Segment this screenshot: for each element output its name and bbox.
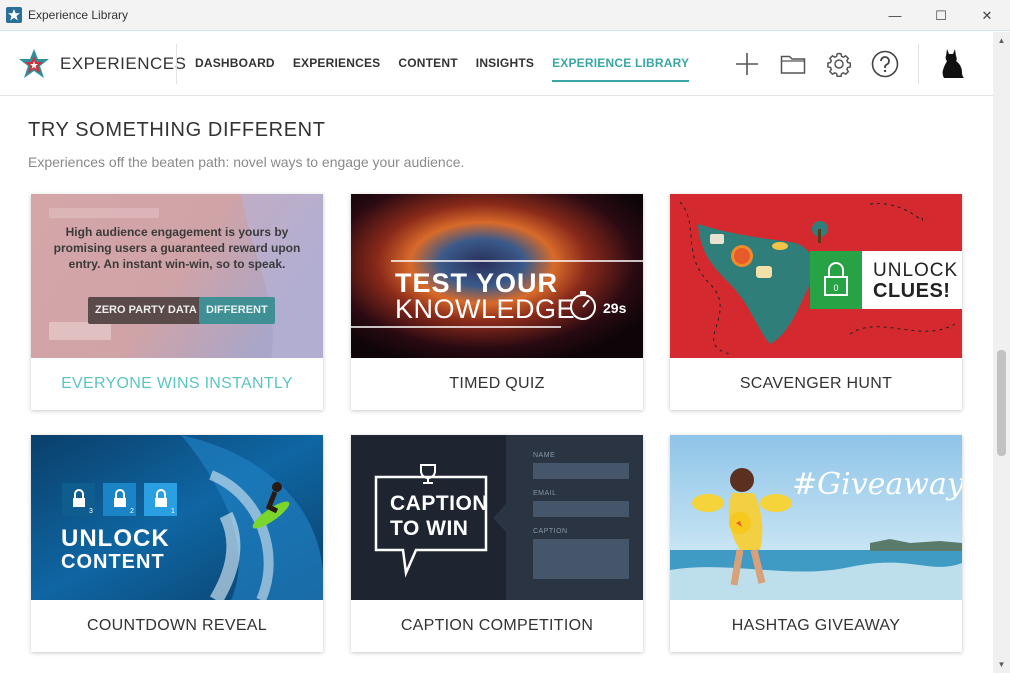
caption-form-preview: NAME EMAIL CAPTION	[493, 435, 643, 600]
settings-button[interactable]	[816, 41, 862, 87]
avatar[interactable]	[933, 44, 973, 84]
lock-badge: 0	[810, 251, 862, 309]
maximize-button[interactable]: ☐	[918, 0, 964, 31]
plus-icon	[736, 53, 758, 75]
lock-2-number: 2	[130, 508, 134, 515]
add-button[interactable]	[724, 41, 770, 87]
card-thumbnail: 3 2 1 UNLOCK CONTENT	[31, 435, 323, 600]
field-label: CAPTION	[533, 528, 568, 535]
card-label[interactable]: SCAVENGER HUNT	[670, 358, 962, 410]
close-button[interactable]: ✕	[964, 0, 1010, 31]
scroll-down-arrow-icon[interactable]: ▼	[993, 656, 1010, 673]
divider	[918, 44, 919, 84]
main-content: TRY SOMETHING DIFFERENT Experiences off …	[0, 97, 993, 673]
nav-experience-library[interactable]: EXPERIENCE LIBRARY	[552, 32, 690, 96]
card-thumbnail: #Giveaway	[670, 435, 962, 600]
email-field-preview	[533, 501, 629, 517]
vertical-scrollbar[interactable]: ▲ ▼	[993, 32, 1010, 673]
cat-avatar-icon	[942, 49, 964, 78]
window-titlebar: Experience Library — ☐ ✕	[0, 0, 1010, 31]
main-nav: DASHBOARD EXPERIENCES CONTENT INSIGHTS E…	[195, 32, 707, 96]
lock-icon: 0	[824, 262, 848, 296]
caption-headline: CAPTION	[390, 492, 488, 515]
folder-button[interactable]	[770, 41, 816, 87]
quiz-timer-value: 29s	[603, 300, 627, 316]
app-star-icon	[6, 7, 22, 23]
quiz-subheadline: KNOWLEDGE	[395, 294, 576, 324]
card-label[interactable]: HASHTAG GIVEAWAY	[670, 600, 962, 652]
countdown-headline: UNLOCK	[61, 525, 170, 552]
nav-dashboard[interactable]: DASHBOARD	[195, 32, 275, 96]
help-icon	[871, 50, 899, 78]
section-subtitle: Experiences off the beaten path: novel w…	[28, 154, 465, 170]
section-title: TRY SOMETHING DIFFERENT	[28, 119, 326, 141]
brand-star-logo-icon	[19, 49, 49, 78]
app-header: EXPERIENCES DASHBOARD EXPERIENCES CONTEN…	[0, 32, 993, 96]
field-label: EMAIL	[533, 490, 557, 497]
unlock-headline: UNLOCK	[873, 260, 959, 281]
window-title: Experience Library	[28, 8, 129, 22]
lock-number: 0	[833, 283, 838, 293]
card-thumbnail: High audience engagement is yours by pro…	[31, 194, 323, 358]
lock-1-number: 1	[171, 508, 175, 515]
experience-card-hashtag-giveaway[interactable]: #Giveaway HASHTAG GIVEAWAY	[670, 435, 962, 652]
caption-field-preview	[533, 539, 629, 579]
gear-icon	[827, 52, 852, 77]
unlock-clues-banner: 0 UNLOCK CLUES!	[810, 251, 962, 309]
brand-name: EXPERIENCES	[60, 54, 187, 73]
card-label[interactable]: COUNTDOWN REVEAL	[31, 600, 323, 652]
card-thumbnail: 0 UNLOCK CLUES!	[670, 194, 962, 358]
scroll-up-arrow-icon[interactable]: ▲	[993, 32, 1010, 49]
lock-3-number: 3	[89, 508, 93, 515]
divider	[176, 44, 177, 84]
experience-card-everyone-wins[interactable]: High audience engagement is yours by pro…	[31, 194, 323, 410]
card-thumbnail: TEST YOUR KNOWLEDGE 29s	[351, 194, 643, 358]
card-hover-description: High audience engagement is yours by pro…	[53, 225, 301, 271]
minimize-button[interactable]: —	[872, 0, 918, 31]
nav-experiences[interactable]: EXPERIENCES	[293, 32, 381, 96]
unlock-subheadline: CLUES!	[873, 280, 951, 302]
countdown-subheadline: CONTENT	[61, 551, 165, 573]
card-label[interactable]: CAPTION COMPETITION	[351, 600, 643, 652]
name-field-preview	[533, 463, 629, 479]
brand[interactable]: EXPERIENCES	[18, 48, 186, 80]
scrollbar-thumb[interactable]	[997, 350, 1006, 456]
help-button[interactable]	[862, 41, 908, 87]
folder-icon	[780, 55, 806, 74]
card-thumbnail: NAME EMAIL CAPTION CAPTION TO WIN	[351, 435, 643, 600]
tag-zero-party-data[interactable]: ZERO PARTY DATA	[88, 297, 204, 324]
experience-card-timed-quiz[interactable]: TEST YOUR KNOWLEDGE 29s TIMED QUIZ	[351, 194, 643, 410]
caption-subheadline: TO WIN	[390, 517, 469, 540]
card-label[interactable]: TIMED QUIZ	[351, 358, 643, 410]
nav-insights[interactable]: INSIGHTS	[476, 32, 534, 96]
hashtag-text: #Giveaway	[792, 467, 962, 502]
nav-content[interactable]: CONTENT	[398, 32, 457, 96]
experience-card-caption-competition[interactable]: NAME EMAIL CAPTION CAPTION TO WIN CAPTIO…	[351, 435, 643, 652]
card-label[interactable]: EVERYONE WINS INSTANTLY	[31, 358, 323, 410]
experience-card-countdown-reveal[interactable]: 3 2 1 UNLOCK CONTENT COUNTDOWN REVEAL	[31, 435, 323, 652]
experience-card-scavenger-hunt[interactable]: 0 UNLOCK CLUES! SCAVENGER HUNT	[670, 194, 962, 410]
tag-different[interactable]: DIFFERENT	[199, 297, 275, 324]
field-label: NAME	[533, 452, 556, 459]
